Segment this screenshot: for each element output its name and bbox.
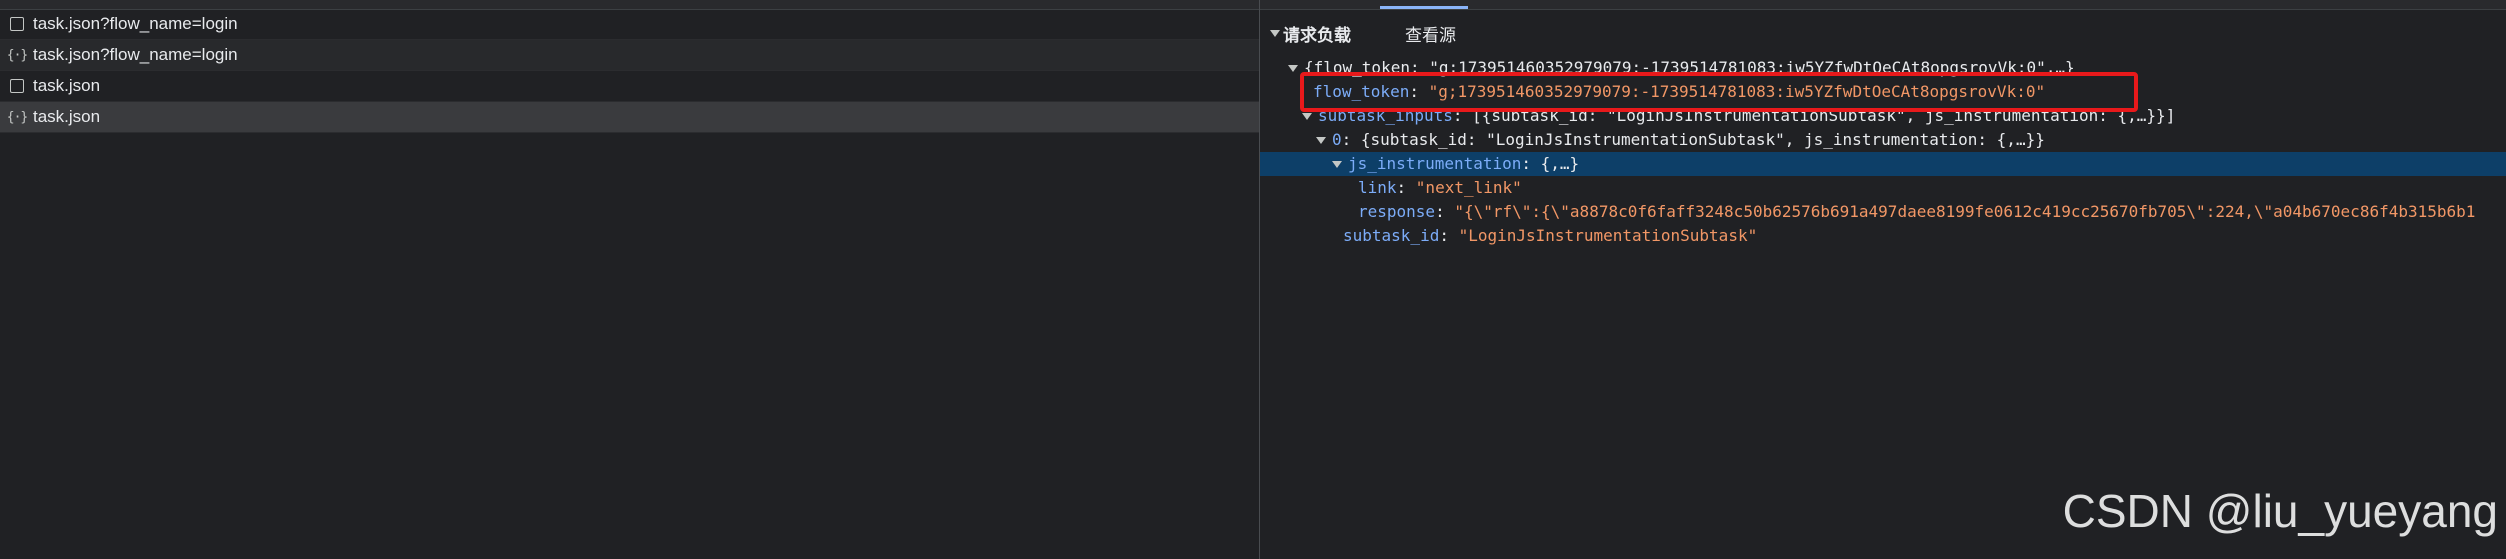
payload-section-header[interactable]: 请求负载 查看源 [1270, 20, 1456, 46]
triangle-down-icon [1316, 137, 1326, 144]
detail-tab-strip [1260, 0, 2506, 10]
doc-icon [9, 16, 25, 32]
response-key: response [1358, 202, 1436, 221]
link-value: "next_link" [1415, 178, 1522, 197]
request-row[interactable]: task.json?flow_name=login [0, 9, 1259, 40]
js-instrumentation-summary: {,…} [1540, 154, 1580, 173]
request-name: task.json [33, 76, 101, 95]
payload-section-title: 请求负载 [1283, 25, 1351, 45]
doc-icon [9, 78, 25, 94]
tree-response[interactable]: response: "{\"rf\":{\"a8878c0f6faff3248c… [1358, 200, 2475, 224]
response-value: "{\"rf\":{\"a8878c0f6faff3248c50b62576b6… [1454, 202, 2476, 221]
request-row[interactable]: task.json [0, 71, 1259, 102]
request-row[interactable]: {·} task.json?flow_name=login [0, 40, 1259, 71]
watermark: CSDN @liu_yueyang [2062, 485, 2498, 537]
subtask-id-value: "LoginJsInstrumentationSubtask" [1458, 226, 1758, 245]
request-name: task.json [33, 107, 101, 126]
triangle-down-icon [1288, 65, 1298, 72]
tree-link[interactable]: link: "next_link" [1358, 176, 1522, 200]
tree-subtask-id[interactable]: subtask_id: "LoginJsInstrumentationSubta… [1343, 224, 1757, 248]
triangle-down-icon [1332, 161, 1342, 168]
item-0-key: 0 [1332, 130, 1342, 149]
request-name: task.json?flow_name=login [33, 45, 238, 64]
subtask-id-key: subtask_id [1343, 226, 1440, 245]
triangle-down-icon [1270, 29, 1280, 37]
link-key: link [1358, 178, 1397, 197]
js-instrumentation-key: js_instrumentation [1348, 154, 1522, 173]
request-row-selected[interactable]: {·} task.json [0, 102, 1259, 133]
highlight-annotation-box [1300, 72, 2138, 112]
tree-js-instrumentation[interactable]: js_instrumentation: {,…} [1260, 152, 2506, 176]
tab-payload-indicator[interactable] [1380, 6, 1468, 9]
triangle-down-icon [1302, 113, 1312, 120]
tree-item-0[interactable]: 0: {subtask_id: "LoginJsInstrumentationS… [1316, 128, 2045, 152]
item-0-summary: {subtask_id: "LoginJsInstrumentationSubt… [1360, 130, 2045, 149]
view-source-link[interactable]: 查看源 [1405, 21, 1456, 46]
request-name: task.json?flow_name=login [33, 14, 238, 33]
json-braces-icon: {·} [6, 47, 28, 63]
request-list: task.json?flow_name=login {·} task.json?… [0, 9, 1259, 133]
json-braces-icon: {·} [6, 109, 28, 125]
request-list-panel: task.json?flow_name=login {·} task.json?… [0, 0, 1259, 559]
